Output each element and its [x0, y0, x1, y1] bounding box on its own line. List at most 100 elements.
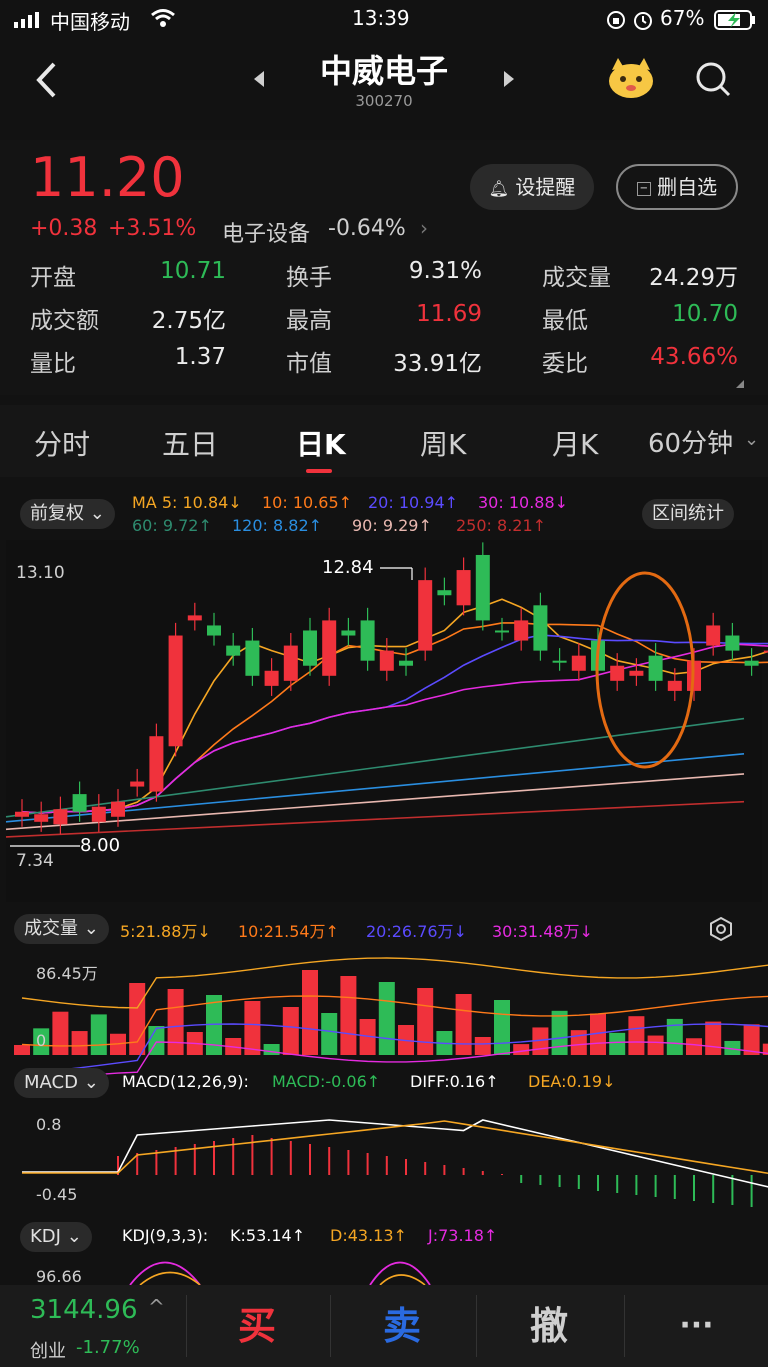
- last-price: 11.20: [30, 146, 185, 209]
- volume-axis-high: 86.45万: [36, 964, 98, 983]
- adjust-selector[interactable]: 前复权 ⌄: [20, 499, 115, 529]
- legend-item: MACD:-0.06↑: [272, 1072, 381, 1091]
- volume-bar: [609, 1032, 626, 1055]
- sector-change[interactable]: -0.64%: [328, 216, 406, 241]
- candle: [91, 806, 106, 822]
- volume-bar: [14, 1045, 30, 1055]
- index-value[interactable]: 3144.96: [30, 1295, 138, 1325]
- candle: [53, 809, 68, 825]
- clock: 13:39: [352, 6, 410, 30]
- alarm-icon: [634, 12, 652, 30]
- candle: [303, 630, 317, 666]
- tab-0[interactable]: 分时: [34, 423, 90, 463]
- volume-bar: [282, 1007, 299, 1055]
- chevron-down-icon[interactable]: ⌄: [744, 429, 759, 450]
- candle: [744, 660, 759, 666]
- quote-panel: 11.20 +0.38 +3.51% 电子设备 -0.64% › 🔔︎ 设提醒 …: [0, 140, 768, 395]
- kdj-d-line: [379, 1274, 426, 1285]
- sector-name[interactable]: 电子设备: [222, 216, 310, 248]
- stat-key: 市值: [286, 351, 332, 377]
- status-bar: 中国移动 13:39 67%: [0, 0, 768, 40]
- legend-item: 60: 9.72↑: [132, 516, 212, 535]
- tab-5[interactable]: 60分钟: [648, 423, 733, 460]
- kline-axis-high: 13.10: [16, 563, 65, 583]
- candle: [264, 670, 279, 686]
- cancel-order-button[interactable]: 撤: [477, 1285, 621, 1367]
- stat-key: 换手: [286, 265, 332, 291]
- mascot-icon[interactable]: [606, 56, 656, 100]
- stat-key: 成交量: [542, 265, 611, 291]
- volume-bar: [263, 1044, 280, 1055]
- sell-button[interactable]: 卖: [331, 1285, 473, 1367]
- buy-button[interactable]: 买: [187, 1285, 327, 1367]
- candle: [610, 665, 625, 681]
- tab-3[interactable]: 周K: [420, 423, 466, 463]
- chevron-up-icon[interactable]: ^: [148, 1295, 165, 1319]
- ma-legend-row2: 60: 9.72↑ 120: 8.82↑ 90: 9.29↑ 250: 8.21↑: [132, 516, 652, 538]
- stat-key: 量比: [30, 351, 76, 377]
- candle: [360, 620, 375, 661]
- candle: [111, 801, 125, 817]
- stats-row: 开盘 10.71 换手 9.31% 成交量 24.29万: [0, 258, 768, 298]
- period-tabs: 分时 五日 日K 周K 月K 60分钟 ⌄: [0, 405, 768, 477]
- volume-bar: [570, 1030, 587, 1055]
- tab-4[interactable]: 月K: [552, 423, 598, 463]
- battery-percent: 67%: [660, 6, 705, 30]
- stat-value: 43.66%: [650, 344, 738, 370]
- remove-watchlist-button[interactable]: − 删自选: [616, 164, 738, 210]
- legend-item: K:53.14↑: [230, 1226, 306, 1245]
- kdj-j-line: [129, 1261, 201, 1285]
- volume-bar: [551, 1010, 568, 1055]
- index-name: 创业: [30, 1341, 66, 1362]
- candle: [187, 615, 202, 621]
- chart-area[interactable]: [0, 540, 768, 1285]
- range-stats-button[interactable]: 区间统计: [642, 499, 734, 529]
- chevron-right-icon: ›: [420, 216, 428, 240]
- kdj-selector[interactable]: KDJ ⌄: [20, 1222, 92, 1252]
- next-stock-icon[interactable]: [502, 70, 516, 88]
- tab-1[interactable]: 五日: [162, 423, 218, 463]
- macd-axis-low: -0.45: [36, 1185, 78, 1204]
- set-alert-button[interactable]: 🔔︎ 设提醒: [470, 164, 594, 210]
- legend-item: DEA:0.19↓: [528, 1072, 616, 1091]
- legend-item: MA 5: 10.84↓: [132, 493, 242, 512]
- candle: [495, 630, 509, 633]
- tab-2[interactable]: 日K: [296, 423, 346, 463]
- stat-key: 成交额: [30, 308, 99, 334]
- search-icon[interactable]: [694, 60, 732, 98]
- volume-bar: [417, 988, 434, 1055]
- legend-item: 20:26.76万↓: [366, 922, 467, 941]
- volume-axis-low: 0: [36, 1031, 47, 1050]
- chevron-down-icon: ⌄: [66, 1226, 82, 1247]
- trade-bar: 3144.96 ^ 创业 -1.77% 买 卖 撤 ···: [0, 1285, 768, 1367]
- volume-bar: [647, 1035, 664, 1055]
- macd-axis-high: 0.8: [36, 1115, 62, 1134]
- stat-value: 10.70: [672, 301, 738, 327]
- settings-hex-icon[interactable]: [708, 916, 734, 942]
- expand-corner-icon[interactable]: [736, 380, 744, 388]
- candle: [72, 794, 87, 812]
- candle: [226, 645, 241, 656]
- price-change-pct: +3.51%: [108, 216, 197, 241]
- candle: [533, 605, 548, 651]
- kdj-axis-high: 96.66: [36, 1267, 82, 1286]
- more-button[interactable]: ···: [625, 1285, 768, 1367]
- legend-item: 10:21.54万↑: [238, 922, 339, 941]
- kdj-label: KDJ: [30, 1226, 61, 1247]
- candle: [706, 625, 721, 646]
- legend-item: DIFF:0.16↑: [410, 1072, 499, 1091]
- chevron-down-icon: ⌄: [83, 1072, 99, 1093]
- candle: [552, 660, 567, 663]
- macd-label: MACD: [24, 1072, 78, 1093]
- macd-selector[interactable]: MACD ⌄: [14, 1068, 109, 1098]
- candle: [149, 736, 164, 792]
- candle: [399, 660, 413, 666]
- volume-selector[interactable]: 成交量 ⌄: [14, 914, 109, 944]
- stat-key: 最高: [286, 308, 332, 334]
- legend-item: 5:21.88万↓: [120, 922, 211, 941]
- bell-icon: 🔔︎: [488, 179, 509, 198]
- stats-row: 成交额 2.75亿 最高 11.69 最低 10.70: [0, 301, 768, 341]
- kdj-params: KDJ(9,3,3):: [122, 1226, 209, 1245]
- candle: [15, 811, 29, 817]
- candle: [322, 620, 337, 676]
